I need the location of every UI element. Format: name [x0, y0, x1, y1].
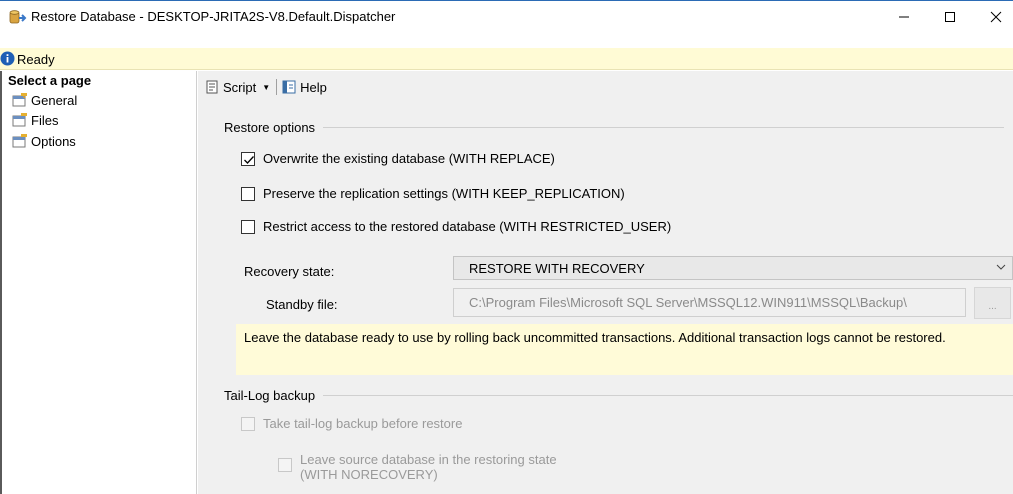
info-icon: [0, 51, 15, 66]
sidebar-item-label: Options: [31, 133, 76, 149]
divider: [323, 126, 1005, 128]
leave-restoring-checkbox[interactable]: [278, 458, 292, 472]
checkmark-icon: [244, 155, 254, 164]
preserve-replication-checkbox-row[interactable]: Preserve the replication settings (WITH …: [241, 186, 625, 201]
help-button[interactable]: Help: [281, 79, 327, 95]
close-icon: [990, 11, 1002, 22]
tail-log-title: Tail-Log backup: [224, 387, 316, 403]
minimize-icon: [899, 16, 909, 17]
leave-restoring-line2: (WITH NORECOVERY): [300, 467, 438, 482]
options-page: Script ▼ Help Restore options Overwrite …: [198, 71, 1013, 494]
restrict-access-label: Restrict access to the restored database…: [263, 219, 672, 234]
preserve-replication-label: Preserve the replication settings (WITH …: [263, 186, 625, 201]
recovery-description: Leave the database ready to use by rolli…: [236, 324, 1013, 375]
restore-options-header: Restore options: [224, 119, 1013, 135]
preserve-replication-checkbox[interactable]: [241, 186, 255, 201]
sidebar-item-files[interactable]: Files: [12, 111, 58, 129]
sidebar-item-general[interactable]: General: [12, 91, 77, 109]
sidebar-item-label: Files: [31, 112, 59, 128]
toolbar-separator: [276, 79, 278, 95]
tail-log-header: Tail-Log backup: [224, 387, 1013, 403]
divider: [323, 394, 1013, 396]
restrict-access-checkbox[interactable]: [241, 219, 255, 234]
page-selector-panel: Select a page General Files Options: [0, 71, 197, 494]
maximize-button[interactable]: [927, 1, 973, 32]
page-icon: [12, 93, 27, 107]
script-icon: [206, 80, 218, 94]
leave-restoring-checkbox-row[interactable]: Leave source database in the restoring s…: [278, 452, 557, 482]
overwrite-checkbox[interactable]: [241, 151, 255, 166]
chevron-down-icon[interactable]: ▼: [262, 83, 270, 92]
page-icon: [12, 134, 27, 148]
script-button[interactable]: Script: [204, 79, 256, 95]
restore-database-icon: [9, 10, 27, 24]
leave-restoring-line1: Leave source database in the restoring s…: [300, 452, 557, 467]
sidebar-item-options[interactable]: Options: [12, 132, 76, 150]
sidebar-item-label: General: [31, 92, 78, 108]
toolbar: Script ▼ Help: [204, 76, 327, 98]
status-bar: Ready: [0, 48, 1013, 70]
minimize-button[interactable]: [881, 1, 927, 32]
tail-log-backup-checkbox-row[interactable]: Take tail-log backup before restore: [241, 416, 462, 431]
close-button[interactable]: [973, 1, 1013, 32]
select-page-heading: Select a page: [8, 73, 92, 88]
restrict-access-checkbox-row[interactable]: Restrict access to the restored database…: [241, 219, 671, 234]
tail-log-backup-label: Take tail-log backup before restore: [263, 416, 463, 431]
window-title: Restore Database - DESKTOP-JRITA2S-V8.De…: [31, 9, 396, 24]
recovery-state-label: Recovery state:: [244, 264, 335, 279]
maximize-icon: [945, 11, 955, 22]
recovery-state-select[interactable]: RESTORE WITH RECOVERY: [453, 256, 1013, 280]
leave-restoring-label: Leave source database in the restoring s…: [300, 452, 557, 482]
overwrite-label: Overwrite the existing database (WITH RE…: [263, 151, 555, 166]
help-label: Help: [300, 79, 327, 95]
script-label: Script: [223, 79, 257, 95]
page-icon: [12, 113, 27, 127]
chevron-down-icon: [996, 264, 1006, 270]
standby-file-label: Standby file:: [266, 297, 338, 312]
browse-button[interactable]: ...: [974, 287, 1011, 319]
restore-options-title: Restore options: [224, 119, 316, 135]
overwrite-checkbox-row[interactable]: Overwrite the existing database (WITH RE…: [241, 151, 555, 166]
status-text: Ready: [17, 52, 55, 67]
recovery-state-value: RESTORE WITH RECOVERY: [469, 261, 645, 276]
title-bar: Restore Database - DESKTOP-JRITA2S-V8.De…: [0, 0, 1013, 31]
help-icon: [282, 80, 296, 94]
tail-log-backup-checkbox[interactable]: [241, 416, 255, 431]
standby-file-input[interactable]: C:\Program Files\Microsoft SQL Server\MS…: [453, 288, 966, 317]
